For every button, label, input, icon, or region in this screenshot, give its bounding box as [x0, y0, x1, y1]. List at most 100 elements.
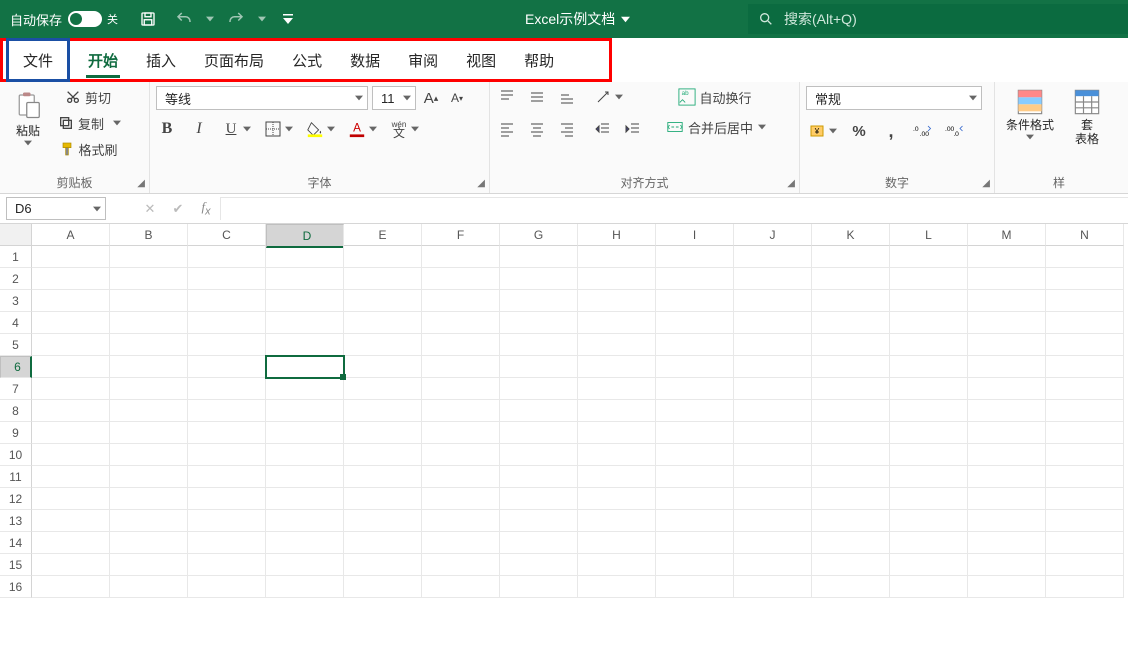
cell-L6[interactable]: [890, 356, 968, 378]
cell-H1[interactable]: [578, 246, 656, 268]
cell-N2[interactable]: [1046, 268, 1124, 290]
cell-K4[interactable]: [812, 312, 890, 334]
column-header-I[interactable]: I: [656, 224, 734, 246]
cell-M13[interactable]: [968, 510, 1046, 532]
cell-E7[interactable]: [344, 378, 422, 400]
align-left-button[interactable]: [496, 118, 518, 140]
cell-K10[interactable]: [812, 444, 890, 466]
bold-button[interactable]: B: [156, 118, 178, 140]
cell-M5[interactable]: [968, 334, 1046, 356]
cell-L2[interactable]: [890, 268, 968, 290]
cell-B15[interactable]: [110, 554, 188, 576]
borders-dropdown[interactable]: [284, 118, 294, 140]
underline-dropdown[interactable]: [242, 118, 252, 140]
cell-G16[interactable]: [500, 576, 578, 598]
cell-I5[interactable]: [656, 334, 734, 356]
cell-C3[interactable]: [188, 290, 266, 312]
cell-K5[interactable]: [812, 334, 890, 356]
cell-E12[interactable]: [344, 488, 422, 510]
cell-M8[interactable]: [968, 400, 1046, 422]
cell-K3[interactable]: [812, 290, 890, 312]
cell-C16[interactable]: [188, 576, 266, 598]
clipboard-dialog-launcher[interactable]: ◢: [137, 178, 145, 189]
cell-E6[interactable]: [344, 356, 422, 378]
cell-F15[interactable]: [422, 554, 500, 576]
cell-B5[interactable]: [110, 334, 188, 356]
cell-M14[interactable]: [968, 532, 1046, 554]
cell-K9[interactable]: [812, 422, 890, 444]
cell-C7[interactable]: [188, 378, 266, 400]
cell-H16[interactable]: [578, 576, 656, 598]
cell-C14[interactable]: [188, 532, 266, 554]
cell-D16[interactable]: [266, 576, 344, 598]
cell-F14[interactable]: [422, 532, 500, 554]
cell-E11[interactable]: [344, 466, 422, 488]
cell-N11[interactable]: [1046, 466, 1124, 488]
cell-E4[interactable]: [344, 312, 422, 334]
select-all-corner[interactable]: [0, 224, 32, 246]
conditional-formatting-button[interactable]: 条件格式: [1001, 86, 1059, 140]
cell-B1[interactable]: [110, 246, 188, 268]
cell-N6[interactable]: [1046, 356, 1124, 378]
cell-A13[interactable]: [32, 510, 110, 532]
tab-home[interactable]: 开始: [74, 38, 132, 82]
row-header-5[interactable]: 5: [0, 334, 32, 356]
cell-H5[interactable]: [578, 334, 656, 356]
cell-B16[interactable]: [110, 576, 188, 598]
cell-D14[interactable]: [266, 532, 344, 554]
cell-F8[interactable]: [422, 400, 500, 422]
cell-L11[interactable]: [890, 466, 968, 488]
column-header-M[interactable]: M: [968, 224, 1046, 246]
font-color-dropdown[interactable]: [368, 118, 378, 140]
row-header-13[interactable]: 13: [0, 510, 32, 532]
cell-N16[interactable]: [1046, 576, 1124, 598]
cell-J3[interactable]: [734, 290, 812, 312]
cell-F11[interactable]: [422, 466, 500, 488]
cell-H3[interactable]: [578, 290, 656, 312]
cell-L5[interactable]: [890, 334, 968, 356]
phonetic-button[interactable]: wén 文: [388, 118, 410, 140]
align-center-button[interactable]: [526, 118, 548, 140]
insert-function-button[interactable]: fx: [192, 198, 220, 220]
cell-B13[interactable]: [110, 510, 188, 532]
align-top-button[interactable]: [496, 86, 518, 108]
tab-review[interactable]: 审阅: [394, 38, 452, 82]
format-painter-button[interactable]: 格式刷: [54, 138, 122, 160]
cell-D8[interactable]: [266, 400, 344, 422]
cell-K11[interactable]: [812, 466, 890, 488]
column-header-J[interactable]: J: [734, 224, 812, 246]
cell-F6[interactable]: [422, 356, 500, 378]
cell-B7[interactable]: [110, 378, 188, 400]
orientation-button[interactable]: [592, 86, 614, 108]
cell-I8[interactable]: [656, 400, 734, 422]
cell-L4[interactable]: [890, 312, 968, 334]
align-middle-button[interactable]: [526, 86, 548, 108]
italic-button[interactable]: I: [188, 118, 210, 140]
undo-button[interactable]: [167, 3, 201, 35]
cell-K7[interactable]: [812, 378, 890, 400]
cell-C9[interactable]: [188, 422, 266, 444]
column-header-D[interactable]: D: [266, 224, 344, 248]
cell-L7[interactable]: [890, 378, 968, 400]
cell-M10[interactable]: [968, 444, 1046, 466]
number-format-select[interactable]: 常规: [806, 86, 982, 110]
fill-color-button[interactable]: [304, 118, 326, 140]
cell-H11[interactable]: [578, 466, 656, 488]
cancel-formula-button[interactable]: ✕: [136, 198, 164, 220]
cell-G2[interactable]: [500, 268, 578, 290]
name-box[interactable]: D6: [6, 197, 106, 220]
cell-D4[interactable]: [266, 312, 344, 334]
cell-M6[interactable]: [968, 356, 1046, 378]
accounting-format-button[interactable]: ¥: [806, 120, 828, 142]
cell-E3[interactable]: [344, 290, 422, 312]
cell-L15[interactable]: [890, 554, 968, 576]
row-header-15[interactable]: 15: [0, 554, 32, 576]
increase-indent-button[interactable]: [622, 118, 644, 140]
formula-bar-input[interactable]: [220, 197, 1128, 220]
cell-G8[interactable]: [500, 400, 578, 422]
copy-button[interactable]: 复制: [54, 112, 108, 134]
cell-E8[interactable]: [344, 400, 422, 422]
cell-F13[interactable]: [422, 510, 500, 532]
cell-K8[interactable]: [812, 400, 890, 422]
cell-F1[interactable]: [422, 246, 500, 268]
